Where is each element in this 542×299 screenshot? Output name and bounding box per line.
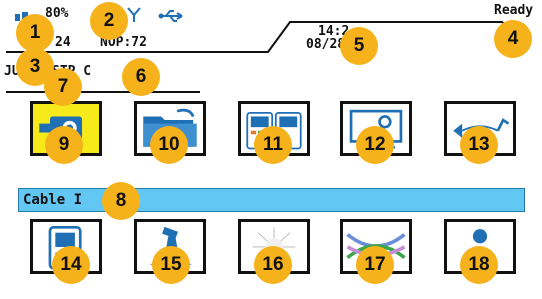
badge-8: 8 <box>102 182 140 220</box>
badge-14: 14 <box>52 246 90 284</box>
badge-1: 1 <box>16 14 54 52</box>
badge-10: 10 <box>150 126 188 164</box>
badge-5: 5 <box>340 27 378 65</box>
badge-9: 9 <box>45 126 83 164</box>
badge-16: 16 <box>254 246 292 284</box>
cable-id-bar[interactable]: Cable I <box>18 188 525 212</box>
badge-13: 13 <box>460 126 498 164</box>
badge-4: 4 <box>494 20 532 58</box>
badge-7: 7 <box>44 68 82 106</box>
badge-6: 6 <box>122 58 160 96</box>
badge-12: 12 <box>356 126 394 164</box>
cable-id-label: Cable I <box>23 192 83 208</box>
badge-11: 11 <box>254 126 292 164</box>
badge-2: 2 <box>90 2 128 40</box>
badge-18: 18 <box>460 246 498 284</box>
badge-15: 15 <box>152 246 190 284</box>
badge-17: 17 <box>356 246 394 284</box>
